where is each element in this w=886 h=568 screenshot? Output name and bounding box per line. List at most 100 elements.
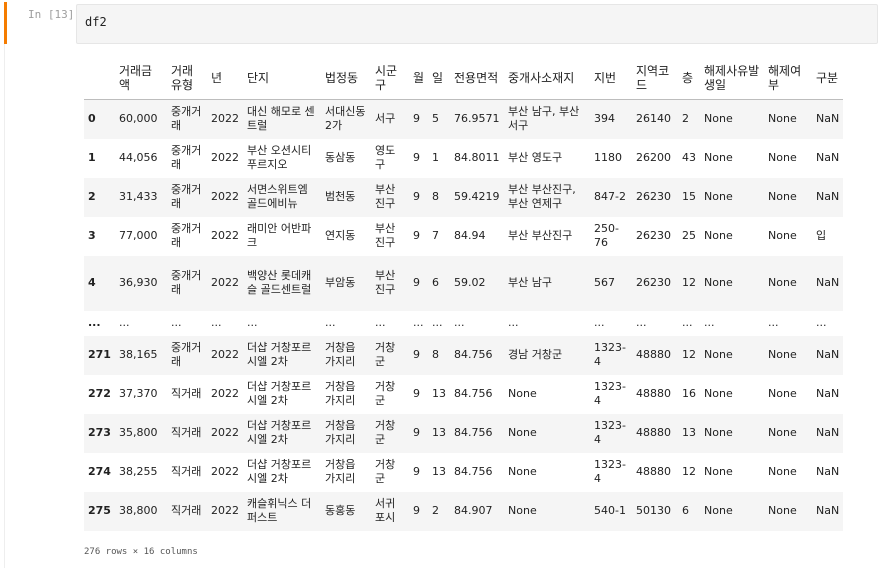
ellipsis-row: ........................................… — [84, 311, 843, 336]
table-cell: 경남 거창군 — [508, 348, 563, 361]
row-index: 273 — [88, 426, 111, 439]
table-cell: NaN — [816, 112, 840, 126]
table-cell: 540-1 — [594, 504, 626, 517]
table-cell: ... — [768, 316, 779, 329]
table-cell: ... — [210, 316, 222, 329]
column-header: 층 — [678, 57, 701, 100]
table-cell: ... — [170, 316, 182, 329]
table-cell: 백양산 롯데캐슬 골드센트럴 — [246, 269, 312, 296]
table-cell: 부산 남구 — [508, 276, 552, 289]
table-cell: 44,056 — [118, 151, 158, 164]
table-cell: ... — [704, 316, 715, 329]
dataframe-shape: 276 rows × 16 columns — [84, 547, 198, 557]
table-cell: 6 — [682, 504, 690, 517]
row-index: 0 — [88, 112, 96, 126]
table-row: 0 60,000 중개거래 2022 대신 해모로 센트럴 서대신동2가 서구 9 5 76.95… — [84, 99, 844, 139]
table-cell: 중개거래 — [170, 269, 202, 296]
table-cell: NaN — [816, 190, 840, 203]
column-header: 지역코드 — [632, 57, 679, 100]
table-row: 2 31,433 중개거래 2022 서면스위트엠골드에비뉴 범천동 부산진구 9 8 59.42… — [84, 177, 844, 217]
table-cell: 동삼동 — [324, 151, 356, 164]
table-cell: 2022 — [210, 190, 239, 203]
column-header: 지번 — [590, 57, 633, 100]
table-cell: 2022 — [210, 465, 239, 478]
table-cell: NaN — [816, 348, 840, 361]
table-cell: 38,165 — [118, 348, 158, 361]
column-header: 월 — [408, 57, 429, 100]
table-cell: 26140 — [636, 112, 672, 126]
table-cell: 2022 — [210, 348, 239, 361]
table-cell: 16 — [682, 387, 697, 400]
table-cell: 84.756 — [454, 387, 493, 400]
table-cell: 26230 — [636, 229, 672, 242]
table-cell: 8 — [432, 348, 440, 361]
table-cell: None — [508, 465, 537, 478]
table-cell: 연지동 — [324, 229, 356, 242]
table-cell: 5 — [432, 112, 440, 126]
table-cell: 중개거래 — [170, 222, 202, 249]
table-cell: None — [704, 190, 733, 203]
table-cell: 1323-4 — [594, 380, 626, 407]
table-cell: 84.756 — [454, 426, 493, 439]
table-row: 273 35,800 직거래 2022 더샵 거창포르시엘 2차 거창읍 가지리 거창군 9 1… — [84, 413, 844, 453]
row-index: 272 — [88, 387, 111, 400]
table-cell: 범천동 — [324, 190, 356, 203]
table-cell: None — [768, 151, 797, 164]
table-cell: None — [768, 387, 797, 400]
table-row: 275 38,800 직거래 2022 캐슬휘닉스 더 퍼스트 동홍동 서귀포시 9 2 84.9… — [84, 491, 844, 531]
table-cell: 거창읍 가지리 — [324, 341, 356, 368]
table-cell: 9 — [412, 504, 420, 517]
table-cell: 59.4219 — [454, 190, 500, 203]
table-cell: 84.756 — [454, 465, 493, 478]
table-cell: None — [768, 112, 797, 126]
table-cell: 12 — [682, 276, 697, 289]
table-cell: None — [704, 112, 733, 126]
table-cell: 48880 — [636, 348, 672, 361]
table-cell: 1 — [432, 151, 440, 164]
table-cell: None — [704, 504, 733, 517]
table-cell: 1323-4 — [594, 458, 626, 485]
column-header: 법정동 — [320, 57, 371, 100]
table-cell: ... — [682, 316, 693, 329]
table-cell: 중개거래 — [170, 144, 202, 171]
row-index: 2 — [88, 190, 96, 203]
table-cell: 거창읍 가지리 — [324, 419, 356, 446]
table-cell: 84.8011 — [454, 151, 500, 164]
table-cell: 2 — [682, 112, 690, 126]
table-cell: 2022 — [210, 112, 239, 126]
column-header: 시군구 — [370, 57, 409, 100]
table-cell: ... — [454, 316, 465, 329]
code-input-area[interactable]: df2 — [76, 4, 878, 44]
table-cell: 7 — [432, 229, 440, 242]
code-text[interactable]: df2 — [85, 15, 107, 29]
table-cell: 38,800 — [118, 504, 158, 517]
table-cell: 더샵 거창포르시엘 2차 — [246, 341, 312, 368]
table-cell: None — [704, 426, 733, 439]
table-cell: 2022 — [210, 229, 239, 242]
table-cell: 2022 — [210, 387, 239, 400]
table-cell: 2022 — [210, 426, 239, 439]
table-cell: 거창읍 가지리 — [324, 458, 356, 485]
table-cell: 50130 — [636, 504, 672, 517]
table-cell: 38,255 — [118, 465, 158, 478]
table-cell: None — [768, 348, 797, 361]
notebook-cell: In [13]: df2 거래금액 거래유형 년 단지 법정동 시군구 월 일 전용면적 중개사소… — [0, 0, 886, 568]
table-cell: None — [704, 151, 733, 164]
table-cell: 더샵 거창포르시엘 2차 — [246, 380, 312, 407]
table-cell: 직거래 — [170, 426, 202, 439]
row-index: 274 — [88, 465, 111, 478]
table-row: 272 37,370 직거래 2022 더샵 거창포르시엘 2차 거창읍 가지리 거창군 9 1… — [84, 375, 843, 414]
table-cell: 2022 — [210, 151, 239, 164]
table-cell: 31,433 — [118, 190, 158, 203]
table-cell: 1323-4 — [594, 419, 626, 446]
table-cell: None — [508, 387, 537, 400]
table-cell: 13 — [432, 387, 447, 400]
table-cell: NaN — [816, 387, 840, 400]
table-cell: 대신 해모로 센트럴 — [246, 105, 315, 133]
table-cell: None — [704, 229, 733, 242]
table-cell: 중개거래 — [170, 341, 202, 368]
table-row: 274 38,255 직거래 2022 더샵 거창포르시엘 2차 거창읍 가지리 거창군 9 1… — [84, 453, 843, 492]
table-cell: 더샵 거창포르시엘 2차 — [246, 419, 312, 446]
table-cell: 9 — [412, 190, 420, 203]
table-cell: None — [704, 348, 733, 361]
